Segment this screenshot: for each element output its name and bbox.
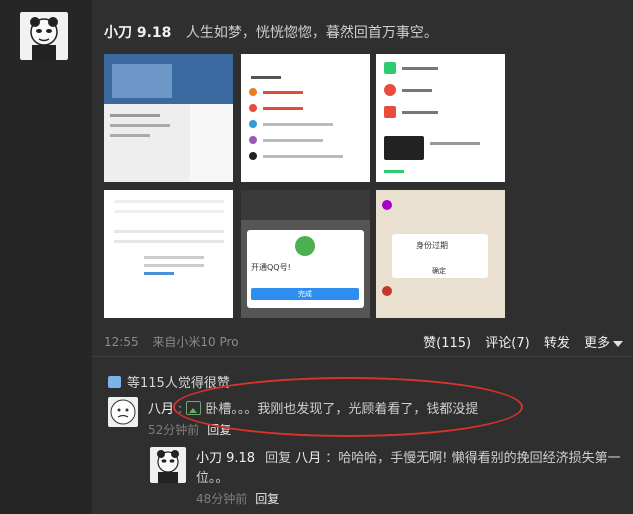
chevron-down-icon <box>613 340 623 347</box>
dialog-ok-button: 确定 <box>432 267 446 275</box>
likes-text: 等115人觉得很赞 <box>127 376 230 391</box>
reply-author[interactable]: 小刀 9.18 <box>196 451 255 466</box>
comment-1-meta: 52分钟前 回复 <box>148 421 231 438</box>
reply-button-2[interactable]: 回复 <box>255 492 279 506</box>
dialog-confirm-button: 完成 <box>251 288 359 300</box>
comment-author[interactable]: 八月 <box>148 402 174 417</box>
dialog-title: 开通QQ号! <box>251 263 291 272</box>
reply-button[interactable]: 回复 <box>207 423 231 437</box>
more-button[interactable]: 更多 <box>584 336 623 351</box>
post-header: 小刀 9.18 人生如梦，恍恍惚惚，暮然回首万事空。 <box>104 22 438 42</box>
likes-summary[interactable]: 等115人觉得很赞 <box>108 372 230 391</box>
thumbs-up-icon <box>108 376 121 388</box>
commenter-avatar[interactable] <box>108 397 138 427</box>
thumbnail-3[interactable] <box>376 54 505 182</box>
thumbnail-5[interactable]: 开通QQ号! 完成 <box>241 190 370 318</box>
comment-text: 卧槽。。。我刚也发现了，光顾着看了，钱都没提 <box>205 402 479 417</box>
thumbnail-1[interactable] <box>104 54 233 182</box>
reply-text-line2: 位。。 <box>196 471 229 486</box>
comment-button[interactable]: 评论(7) <box>485 336 529 351</box>
more-label: 更多 <box>583 336 610 351</box>
thumbnail-4[interactable] <box>104 190 233 318</box>
reply-avatar[interactable] <box>150 447 186 483</box>
author-avatar[interactable] <box>20 12 68 60</box>
post-time: 12:55 <box>104 335 139 349</box>
comment-2-line2: 位。。 <box>196 467 229 486</box>
post-source[interactable]: 来自小米10 Pro <box>152 335 238 349</box>
post-text: 人生如梦，恍恍惚惚，暮然回首万事空。 <box>185 25 438 41</box>
image-icon[interactable] <box>186 401 202 415</box>
image-grid: 开通QQ号! 完成 身份过期 确定 <box>104 54 505 318</box>
comment-1: 八月: 卧槽。。。我刚也发现了，光顾着看了，钱都没提 <box>148 398 478 417</box>
reply-target[interactable]: 八月 <box>295 451 321 466</box>
reply-word: 回复 <box>265 451 292 466</box>
divider <box>92 356 633 357</box>
forward-button[interactable]: 转发 <box>544 336 570 351</box>
thumbnail-2[interactable] <box>241 54 370 182</box>
reply-text-line1: ：哈哈哈，手慢无啊! 懒得看别的挽回经济损失第一 <box>325 451 621 466</box>
dialog-title-2: 身份过期 <box>416 241 448 250</box>
post-author[interactable]: 小刀 9.18 <box>104 25 171 41</box>
comment-2-line1: 小刀 9.18 回复 八月 ：哈哈哈，手慢无啊! 懒得看别的挽回经济损失第一 <box>196 447 621 466</box>
reply-time: 48分钟前 <box>196 492 248 506</box>
post-actions: 赞(115) 评论(7) 转发 更多 <box>413 332 623 351</box>
comment-time: 52分钟前 <box>148 423 200 437</box>
colon: : <box>178 402 183 417</box>
like-button[interactable]: 赞(115) <box>423 336 471 351</box>
thumbnail-6[interactable]: 身份过期 确定 <box>376 190 505 318</box>
comment-2-meta: 48分钟前 回复 <box>196 490 279 507</box>
post-meta: 12:55 来自小米10 Pro <box>104 333 249 350</box>
